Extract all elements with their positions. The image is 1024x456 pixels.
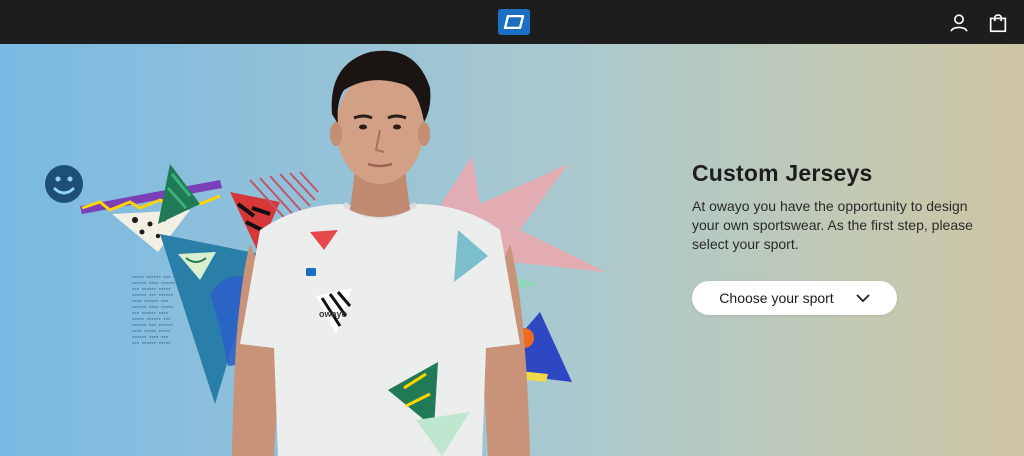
owayo-logo-icon[interactable] — [498, 9, 530, 35]
decorative-text-block: ▪▪▪▪▪ ▪▪▪▪▪▪ ▪▪▪ ▪▪▪▪▪ ▪▪▪▪▪▪ ▪▪▪▪ ▪▪▪▪▪▪… — [132, 274, 185, 345]
hero-banner: ▪▪▪▪▪ ▪▪▪▪▪▪ ▪▪▪ ▪▪▪▪▪ ▪▪▪▪▪▪ ▪▪▪▪ ▪▪▪▪▪▪… — [0, 44, 1024, 456]
cart-icon[interactable] — [987, 12, 1009, 34]
model-in-jersey-image — [232, 50, 530, 456]
choose-sport-button[interactable]: Choose your sport — [692, 281, 897, 315]
jersey-brand-logo-icon — [306, 268, 316, 276]
hero-description: At owayo you have the opportunity to des… — [692, 198, 973, 252]
logo-shape-icon — [503, 15, 525, 29]
chevron-down-icon — [856, 293, 870, 302]
top-navigation-bar — [0, 0, 1024, 46]
jersey-logo-text: owayo — [319, 309, 348, 319]
choose-sport-label: Choose your sport — [719, 290, 834, 306]
account-icon[interactable] — [948, 12, 970, 34]
smiley-icon — [45, 165, 83, 203]
hero-title: Custom Jerseys — [692, 160, 873, 186]
hero-text-block: Custom Jerseys At owayo you have the opp… — [692, 160, 992, 254]
